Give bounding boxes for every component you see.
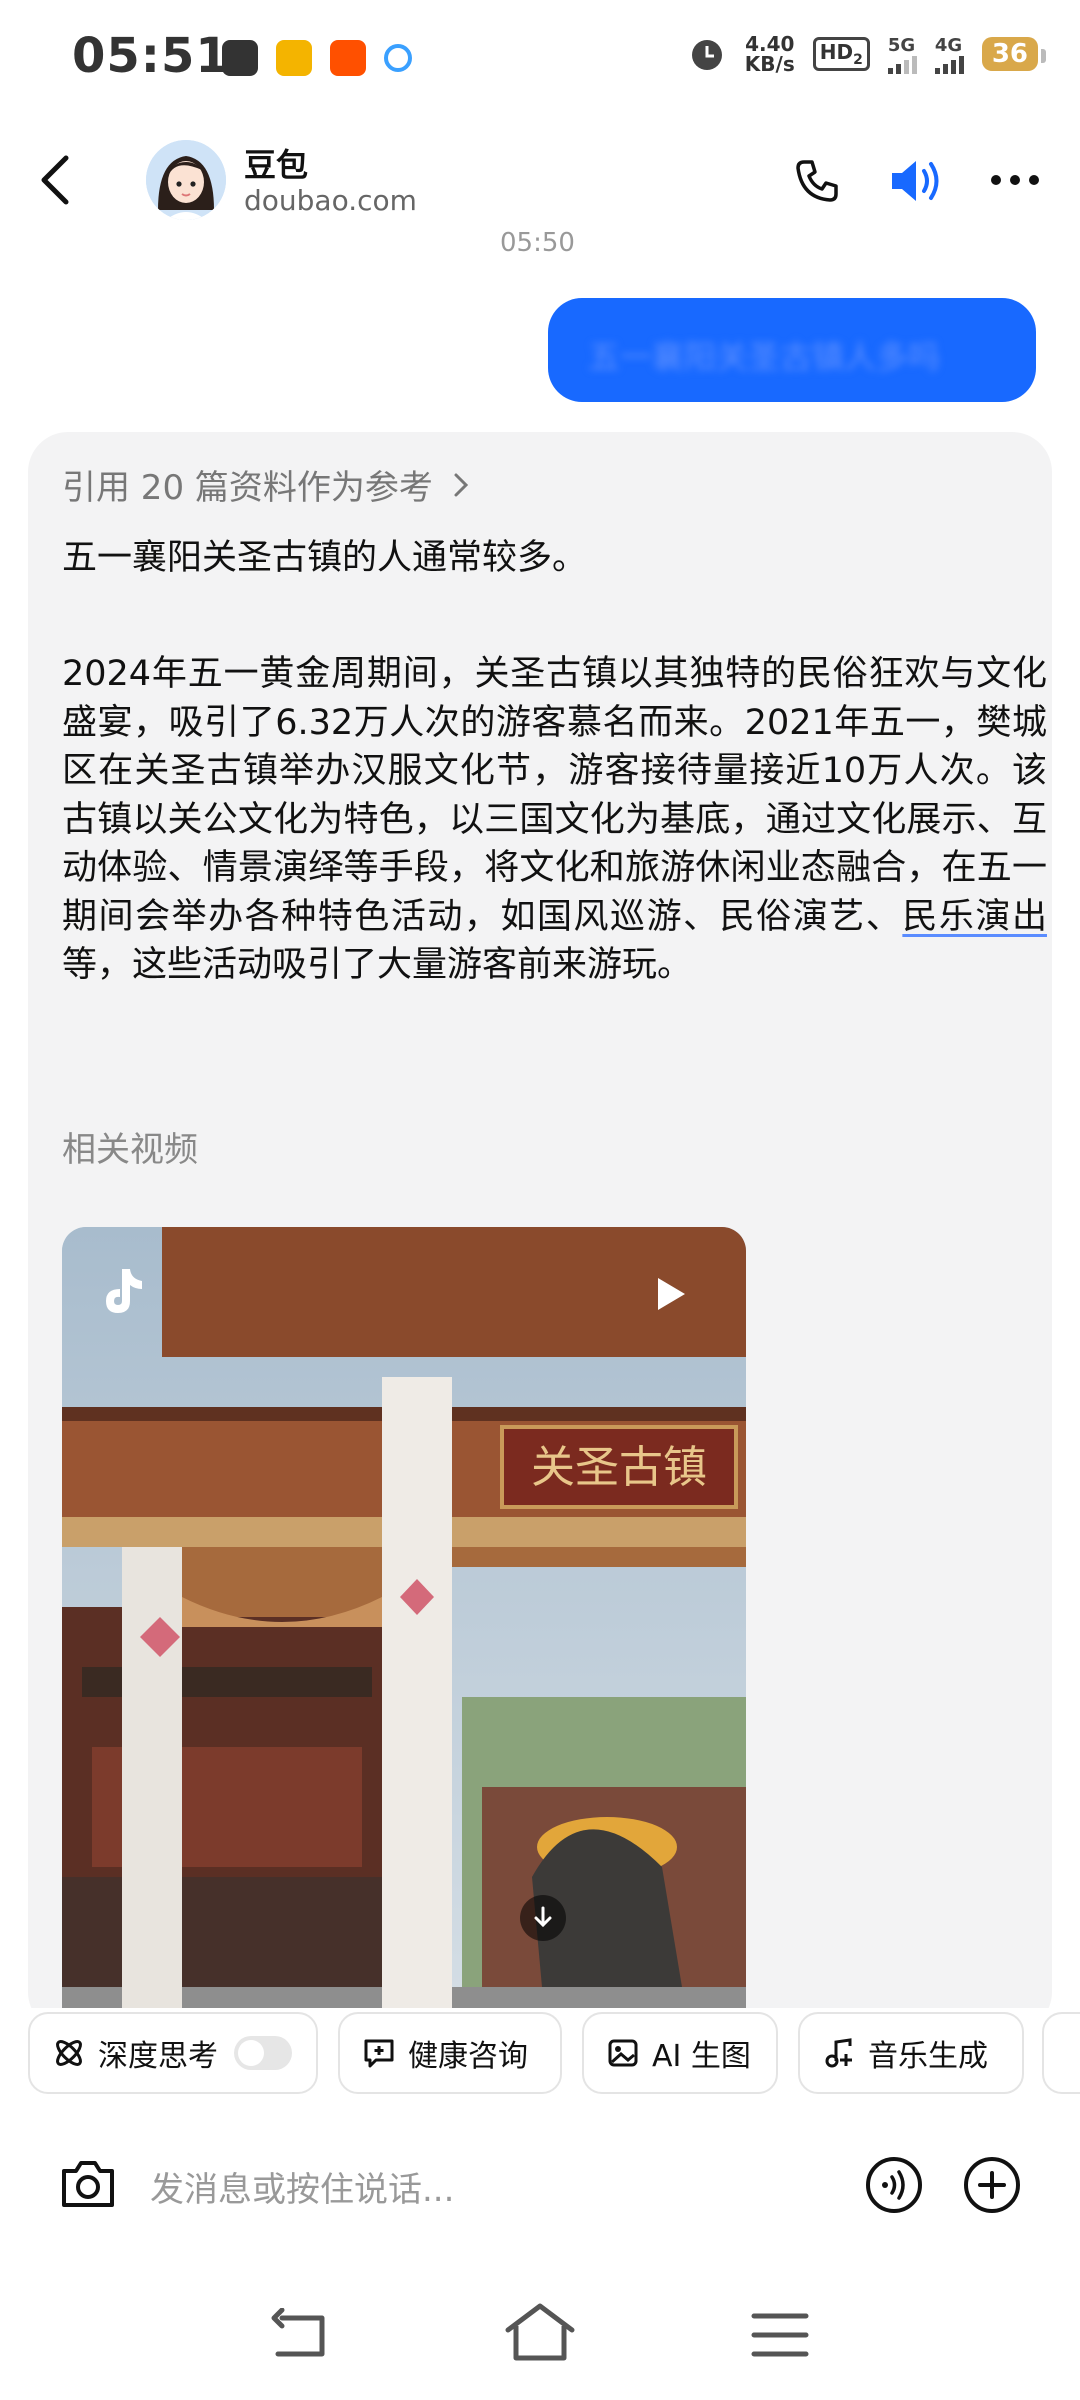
avatar[interactable] <box>146 140 226 220</box>
chip-more-partial[interactable] <box>1042 2012 1080 2094</box>
video-thumbnail-image: 关圣古镇 <box>62 1227 746 2032</box>
back-gesture-icon[interactable] <box>268 2308 334 2364</box>
assistant-answer-card: 引用 20 篇资料作为参考 五一襄阳关圣古镇的人通常较多。 2024年五一黄金周… <box>28 432 1052 2032</box>
hd-voice-badge: HD2 <box>812 37 870 71</box>
home-icon[interactable] <box>502 2300 578 2364</box>
download-button[interactable] <box>520 1895 566 1941</box>
app-notification-icon <box>222 40 258 76</box>
chat-plus-icon <box>364 2039 394 2068</box>
user-message-bubble[interactable]: 五一襄阳关圣古镇人多吗 <box>548 298 1036 402</box>
contact-name: 豆包 <box>244 146 309 184</box>
inline-reference-link[interactable]: 民乐演出 <box>902 897 1047 937</box>
chip-health-consult[interactable]: 健康咨询 <box>338 2012 562 2094</box>
user-message-text: 五一襄阳关圣古镇人多吗 <box>588 338 941 376</box>
tiktok-logo-icon <box>106 1269 142 1313</box>
mail-notification-icon <box>276 40 312 76</box>
citation-link[interactable]: 引用 20 篇资料作为参考 <box>62 460 471 509</box>
battery-indicator: 36 <box>981 37 1047 71</box>
related-videos-label: 相关视频 <box>62 1130 198 1170</box>
chat-notification-icon <box>384 44 412 72</box>
camera-icon[interactable] <box>58 2157 118 2211</box>
signal-4g-icon: 4G <box>934 35 964 74</box>
taobao-notification-icon <box>330 40 366 76</box>
chip-ai-image[interactable]: AI 生图 <box>582 2012 778 2094</box>
message-timestamp: 05:50 <box>500 228 575 258</box>
chip-deep-think[interactable]: 深度思考 <box>28 2012 318 2094</box>
gate-sign-text: 关圣古镇 <box>531 1442 707 1493</box>
status-bar: 05:51 4.40 KB/s HD2 5G 4G 36 <box>0 0 1080 120</box>
signal-5g-icon: 5G <box>887 35 917 74</box>
network-speed: 4.40 KB/s <box>744 32 795 76</box>
status-time: 05:51 <box>72 28 230 84</box>
phone-call-icon[interactable] <box>792 156 842 206</box>
chevron-right-icon <box>454 473 469 496</box>
alarm-icon <box>691 40 722 70</box>
menu-icon[interactable] <box>750 2310 810 2360</box>
add-icon[interactable] <box>962 2155 1022 2215</box>
answer-detail: 2024年五一黄金周期间，关圣古镇以其独特的民俗狂欢与文化盛宴，吸引了6.32万… <box>62 654 1047 985</box>
speaker-icon[interactable] <box>886 156 946 206</box>
video-thumbnail[interactable]: 关圣古镇 <box>62 1227 746 2032</box>
chip-music-gen[interactable]: 音乐生成 <box>798 2012 1024 2094</box>
more-options-icon[interactable] <box>990 172 1040 188</box>
deep-think-toggle[interactable] <box>234 2036 292 2070</box>
back-arrow-icon[interactable] <box>36 152 76 208</box>
answer-summary: 五一襄阳关圣古镇的人通常较多。 <box>62 538 588 578</box>
contact-domain: doubao.com <box>244 184 417 217</box>
image-icon <box>608 2039 638 2067</box>
atom-icon <box>56 2040 82 2066</box>
music-note-icon <box>825 2038 852 2068</box>
message-input[interactable]: 发消息或按住说话... <box>150 2162 454 2211</box>
play-icon[interactable] <box>654 1275 688 1313</box>
voice-call-icon[interactable] <box>864 2155 924 2215</box>
download-arrow-icon <box>534 1906 552 1928</box>
